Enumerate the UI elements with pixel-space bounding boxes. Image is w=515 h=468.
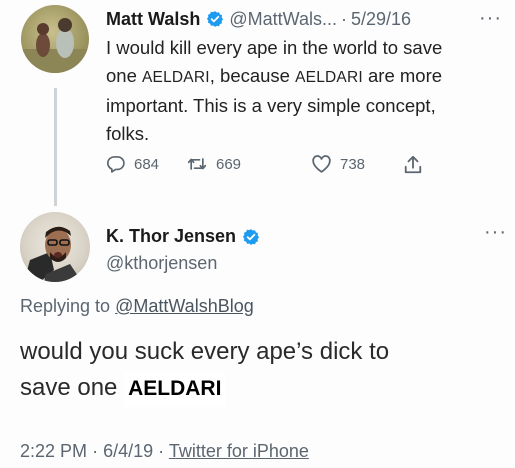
tweet2-overlay-word: AELDARI	[124, 371, 226, 407]
tweet1-overlay-word: AELDARI	[142, 69, 210, 86]
retweet-count: 669	[216, 155, 242, 173]
tweet1-date[interactable]: 5/29/16	[351, 9, 411, 30]
replying-to-line: Replying to @MattWalshBlog	[20, 296, 254, 317]
avatar-photo-image	[24, 226, 82, 282]
reply-icon	[106, 156, 125, 173]
tweet1-text: I would kill every ape in the world to s…	[106, 34, 501, 148]
tweet1-separator: ·	[340, 8, 347, 29]
share-icon	[404, 155, 422, 174]
tweet2-footer: 2:22 PM · 6/4/19 · Twitter for iPhone	[20, 441, 309, 462]
like-count: 738	[340, 155, 366, 173]
tweet2-text-line: save one AELDARI	[20, 370, 500, 407]
tweet1-text-fragment: are more	[368, 65, 443, 86]
tweet2-source-link[interactable]: Twitter for iPhone	[169, 441, 309, 461]
tweet2-more-options-button[interactable]: ···	[484, 221, 507, 244]
retweet-icon	[187, 158, 207, 170]
thread-connector-line	[54, 88, 57, 206]
tweet1-text-fragment: , because	[209, 65, 290, 86]
tweet2-time[interactable]: 2:22 PM	[20, 441, 87, 461]
tweet2-separator: ·	[158, 441, 165, 461]
tweet1-text-line: I would kill every ape in the world to s…	[106, 37, 443, 58]
matt-walsh-avatar[interactable]	[21, 5, 89, 73]
reply-count: 684	[134, 155, 160, 173]
share-button[interactable]	[403, 154, 431, 176]
replying-to-prefix: Replying to	[20, 296, 111, 316]
tweet2-text-line: would you suck every ape’s dick to	[20, 338, 390, 365]
tweet1-text-fragment: one	[106, 65, 137, 86]
avatar-photo-image	[21, 18, 89, 73]
tweet1-text-line: folks.	[106, 123, 150, 144]
tweet2-header: K. Thor Jensen	[106, 226, 265, 247]
tweet1-text-line: important. This is a very simple concept…	[106, 95, 436, 116]
tweet2-author-name[interactable]: K. Thor Jensen	[106, 226, 236, 247]
tweet2-handle[interactable]: @kthorjensen	[106, 253, 217, 274]
tweet2-separator: ·	[92, 441, 99, 461]
replying-to-link[interactable]: @MattWalshBlog	[115, 296, 254, 316]
tweet1-text-line: one AELDARI, because AELDARI are more	[106, 62, 501, 92]
tweet2-text: would you suck every ape’s dick to save …	[20, 334, 500, 407]
tweet1-handle[interactable]: @MattWals...	[229, 9, 337, 30]
reply-button[interactable]: 684	[106, 154, 159, 174]
tweet1-author-name[interactable]: Matt Walsh	[106, 9, 200, 30]
like-button[interactable]: 738	[311, 154, 365, 174]
tweet1-action-bar: 684 669 738	[106, 154, 446, 178]
tweet1-header: Matt Walsh @MattWals... · 5/29/16 ···	[106, 7, 506, 31]
retweet-button[interactable]: 669	[186, 154, 241, 174]
tweet2-date[interactable]: 6/4/19	[103, 441, 153, 461]
verified-badge-icon	[207, 11, 224, 27]
verified-badge-icon	[242, 228, 260, 245]
tweet2-text-fragment: save one	[20, 374, 118, 401]
like-icon	[312, 155, 331, 173]
tweet1-more-options-button[interactable]: ···	[479, 7, 502, 30]
tweet1-overlay-word: AELDARI	[295, 69, 363, 86]
k-thor-jensen-avatar[interactable]	[20, 212, 90, 282]
